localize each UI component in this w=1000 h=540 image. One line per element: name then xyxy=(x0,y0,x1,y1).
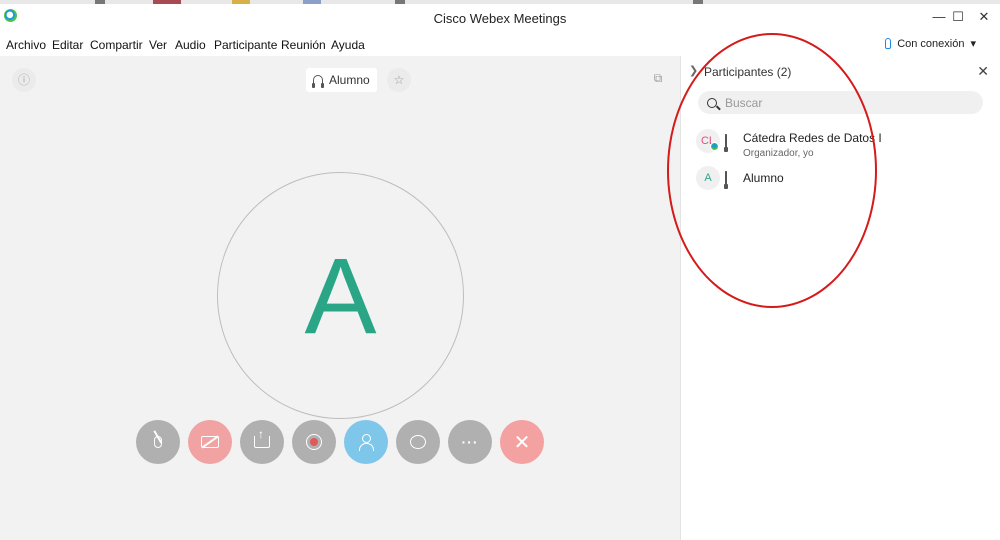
menu-ver[interactable]: Ver xyxy=(149,38,167,52)
participant-name: Alumno xyxy=(743,171,784,185)
headset-icon xyxy=(725,171,727,186)
video-stage: ⓘ Alumno ☆ ⧉ A xyxy=(0,56,680,540)
participant-role: Organizador, yo xyxy=(743,148,814,159)
participant-search[interactable] xyxy=(698,91,983,114)
connection-status[interactable]: Con conexión ▾ xyxy=(885,37,976,50)
menu-audio[interactable]: Audio xyxy=(175,38,206,52)
share-button[interactable] xyxy=(240,420,284,464)
active-speaker-label: Alumno xyxy=(306,68,377,92)
camera-off-icon xyxy=(201,436,219,448)
participants-button[interactable] xyxy=(344,420,388,464)
headset-icon xyxy=(725,134,727,149)
microphone-muted-icon xyxy=(154,436,162,448)
more-options-button[interactable]: ··· xyxy=(448,420,492,464)
video-button[interactable] xyxy=(188,420,232,464)
menu-reunion[interactable]: Reunión xyxy=(281,38,326,52)
headset-icon xyxy=(312,75,324,88)
avatar: A xyxy=(696,166,720,190)
participant-avatar-large: A xyxy=(217,172,464,419)
participants-panel: ❯ Participantes (2) ✕ CL Cátedra Redes d… xyxy=(680,56,1000,540)
menu-ayuda[interactable]: Ayuda xyxy=(331,38,365,52)
share-icon xyxy=(254,427,270,448)
chat-icon xyxy=(410,435,426,449)
collapse-icon[interactable]: ❯ xyxy=(689,64,698,77)
mute-button[interactable] xyxy=(136,420,180,464)
participants-title: Participantes (2) xyxy=(704,65,792,79)
close-window-button[interactable]: ✕ xyxy=(973,7,995,27)
leave-meeting-button[interactable]: ✕ xyxy=(500,420,544,464)
participant-row[interactable]: CL Cátedra Redes de Datos I Organizador,… xyxy=(696,129,996,159)
participants-icon xyxy=(358,434,374,451)
avatar-letter: A xyxy=(304,235,377,356)
maximize-button[interactable]: ☐ xyxy=(947,7,969,27)
connection-label: Con conexión xyxy=(897,37,965,50)
more-icon: ··· xyxy=(461,434,479,450)
participants-panel-header: ❯ Participantes (2) ✕ xyxy=(681,56,1000,86)
webex-status-icon xyxy=(710,142,719,151)
search-icon xyxy=(707,97,717,108)
search-input[interactable] xyxy=(725,95,965,110)
connection-icon xyxy=(885,38,892,49)
window-title: Cisco Webex Meetings xyxy=(433,11,567,26)
menu-compartir[interactable]: Compartir xyxy=(90,38,143,52)
close-panel-button[interactable]: ✕ xyxy=(977,63,989,80)
participant-row[interactable]: A Alumno xyxy=(696,166,996,190)
layout-icon[interactable]: ⧉ xyxy=(648,68,668,88)
info-icon[interactable]: ⓘ xyxy=(12,68,36,92)
record-icon xyxy=(306,434,322,450)
participant-name: Cátedra Redes de Datos I xyxy=(743,131,882,145)
active-speaker-name: Alumno xyxy=(329,73,370,87)
menu-editar[interactable]: Editar xyxy=(52,38,83,52)
chevron-down-icon: ▾ xyxy=(970,38,976,50)
pin-icon[interactable]: ☆ xyxy=(387,68,411,92)
menu-participante[interactable]: Participante xyxy=(214,38,277,52)
menu-archivo[interactable]: Archivo xyxy=(6,38,46,52)
record-button[interactable] xyxy=(292,420,336,464)
close-icon: ✕ xyxy=(513,431,531,454)
title-bar: Cisco Webex Meetings — ☐ ✕ xyxy=(0,4,1000,32)
chat-button[interactable] xyxy=(396,420,440,464)
menu-bar: Archivo Editar Compartir Ver Audio Parti… xyxy=(0,32,1000,56)
